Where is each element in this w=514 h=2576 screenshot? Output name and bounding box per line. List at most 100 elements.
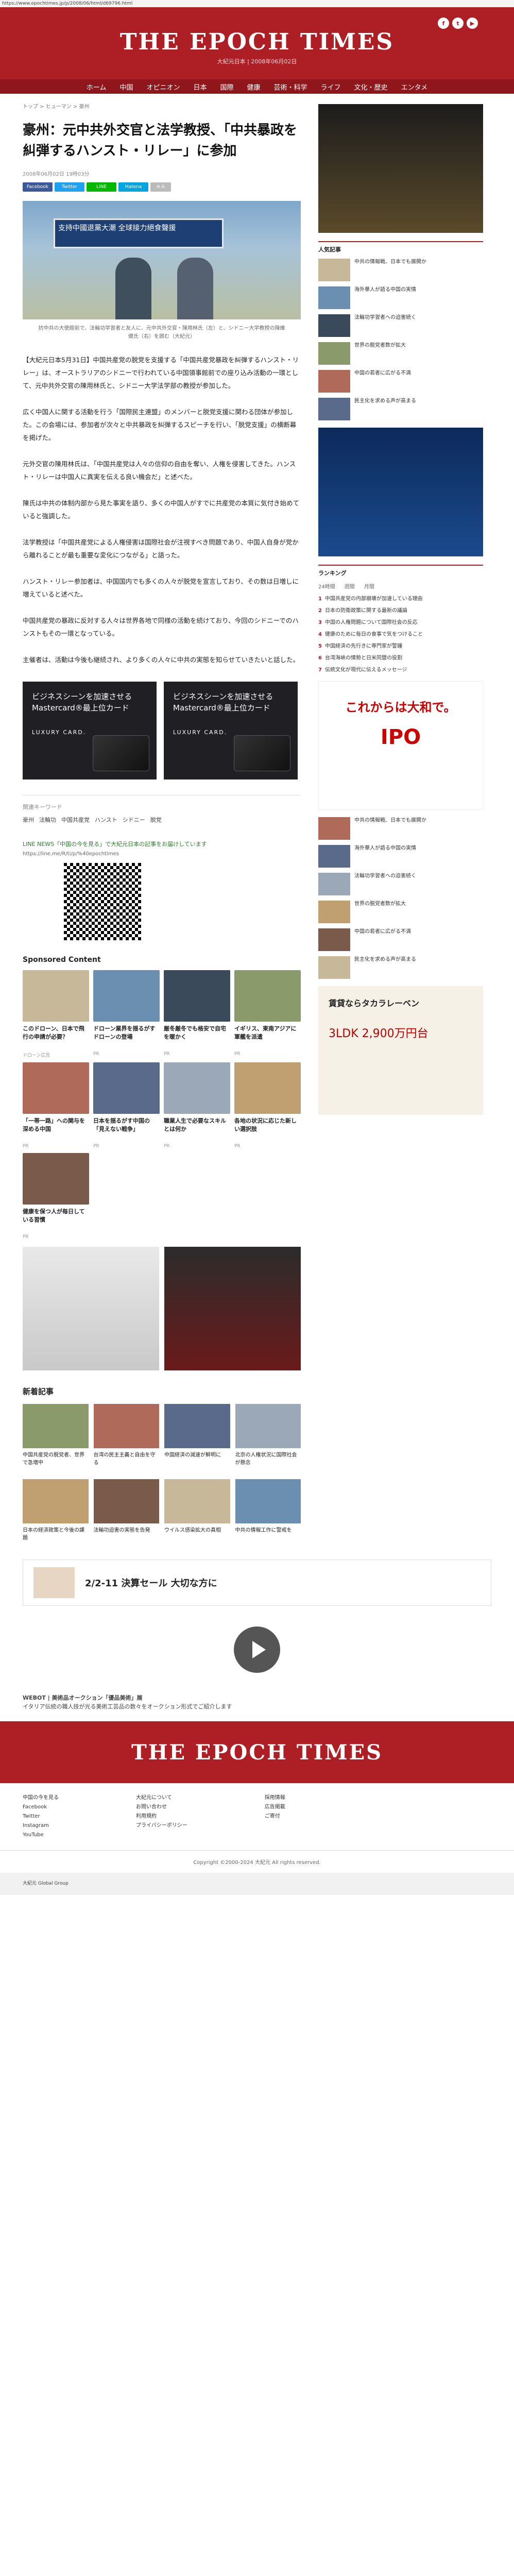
nav-item[interactable]: 芸術・科学 xyxy=(274,82,307,92)
side-item[interactable]: 民主化を求める声が高まる xyxy=(318,398,483,420)
footer-link[interactable]: Facebook xyxy=(23,1803,59,1812)
nav-item[interactable]: 文化・歴史 xyxy=(354,82,388,92)
nav-item[interactable]: 日本 xyxy=(193,82,207,92)
play-button-icon[interactable] xyxy=(234,1626,280,1673)
footer-link[interactable]: プライバシーポリシー xyxy=(136,1821,187,1831)
sidebar-ad[interactable] xyxy=(318,428,483,556)
nav-item[interactable]: 中国 xyxy=(119,82,133,92)
line-url[interactable]: https://line.me/R/ti/p/%40epochtimes xyxy=(23,851,301,857)
tag-link[interactable]: 豪州 xyxy=(23,816,34,824)
news-item[interactable]: 中国経済の減速が鮮明に xyxy=(164,1404,230,1474)
side-item[interactable]: 中共の情報戦、日本でも展開か xyxy=(318,817,483,840)
side-item[interactable]: 法輪功学習者への迫害続く xyxy=(318,314,483,337)
sponsored-image xyxy=(164,1062,230,1114)
article-paragraph: 【大紀元日本5月31日】中国共産党の脱党を支援する「中国共産党暴政を糾弾するハン… xyxy=(23,356,299,389)
breadcrumb[interactable]: トップ > ヒューマン > 豪州 xyxy=(23,102,301,110)
ranking-item[interactable]: 6 台湾海峡の情勢と日米同盟の役割 xyxy=(318,654,483,662)
nav-item[interactable]: 健康 xyxy=(247,82,261,92)
footer-logo[interactable]: THE EPOCH TIMES xyxy=(131,1740,383,1765)
side-item[interactable]: 法輪功学習者への迫害続く xyxy=(318,873,483,895)
ranking-item[interactable]: 2 日本の防衛政策に関する最新の議論 xyxy=(318,607,483,615)
rental-ad[interactable]: 賃貸ならタカラレーベン 3LDK 2,900万円台 xyxy=(318,986,483,1115)
news-item[interactable]: 中共の情報工作に警戒を xyxy=(235,1479,301,1549)
side-thumb xyxy=(318,901,350,923)
share-bar: Facebook Twitter LINE Hatena A A xyxy=(23,182,301,192)
news-item[interactable]: 中国共産党の脱党者、世界で急増中 xyxy=(23,1404,89,1474)
nav-item[interactable]: 国際 xyxy=(220,82,233,92)
car-ad[interactable] xyxy=(164,1247,301,1370)
nav-item[interactable]: ホーム xyxy=(87,82,107,92)
footer-link[interactable]: 採用情報 xyxy=(265,1793,285,1803)
share-twitter-button[interactable]: Twitter xyxy=(55,182,84,192)
ranking-item[interactable]: 5 中国経済の先行きに専門家が警鐘 xyxy=(318,642,483,650)
footer-link[interactable]: ご寄付 xyxy=(265,1812,285,1821)
share-facebook-button[interactable]: Facebook xyxy=(23,182,53,192)
luxury-card-ad[interactable]: ビジネスシーンを加速させる Mastercard®最上位カード LUXURY C… xyxy=(23,682,157,779)
sponsored-item[interactable]: ドローン業界を揺るがすドローンの登場 PR xyxy=(93,970,160,1058)
footer-link[interactable]: お問い合わせ xyxy=(136,1803,187,1812)
tag-link[interactable]: 法輪功 xyxy=(39,816,56,824)
side-item[interactable]: 民主化を求める声が高まる xyxy=(318,956,483,979)
sponsored-item[interactable]: イギリス、東南アジアに軍艦を派遣 PR xyxy=(234,970,301,1058)
side-item[interactable]: 中国の若者に広がる不満 xyxy=(318,928,483,951)
car-ad[interactable] xyxy=(23,1247,159,1370)
footer-link[interactable]: Twitter xyxy=(23,1812,59,1821)
ranking-item[interactable]: 7 伝統文化が現代に伝えるメッセージ xyxy=(318,666,483,674)
sidebar: 人気記事 中共の情報戦、日本でも展開か 海外華人が語る中国の実情 法輪功学習者への迫… xyxy=(318,94,483,1549)
nav-item[interactable]: オピニオン xyxy=(146,82,180,92)
font-size-button[interactable]: A A xyxy=(150,182,171,192)
sponsored-item[interactable]: 「一帯一路」への関与を深める中国 PR xyxy=(23,1062,89,1149)
tag-link[interactable]: 脱党 xyxy=(150,816,162,824)
news-item[interactable]: 法輪功迫害の実態を告発 xyxy=(93,1479,159,1549)
ranking-tab[interactable]: 24時間 xyxy=(318,582,335,590)
share-line-button[interactable]: LINE xyxy=(87,182,116,192)
ranking-item[interactable]: 3 中国の人権問題について国際社会の反応 xyxy=(318,619,483,626)
news-item[interactable]: 日本の経済政策と今後の課題 xyxy=(23,1479,89,1549)
side-item[interactable]: 海外華人が語る中国の実情 xyxy=(318,286,483,309)
rank-title: 伝統文化が現代に伝えるメッセージ xyxy=(324,667,407,673)
sponsored-item[interactable]: 健康を保つ人が毎日している習慣 PR xyxy=(23,1153,89,1240)
side-item[interactable]: 中共の情報戦、日本でも展開か xyxy=(318,259,483,281)
luxury-card-ad[interactable]: ビジネスシーンを加速させる Mastercard®最上位カード LUXURY C… xyxy=(164,682,298,779)
tag-link[interactable]: 中国共産党 xyxy=(61,816,90,824)
footer-link[interactable]: Instagram xyxy=(23,1821,59,1831)
sidebar-ad[interactable] xyxy=(318,104,483,233)
ranking-item[interactable]: 4 健康のために毎日の食事で気をつけること xyxy=(318,631,483,638)
tag-link[interactable]: シドニー xyxy=(123,816,145,824)
news-item[interactable]: 台湾の民主主義と自由を守る xyxy=(93,1404,159,1474)
footer-link[interactable]: 利用規約 xyxy=(136,1812,187,1821)
nav-item[interactable]: ライフ xyxy=(321,82,341,92)
bottom-banner-ad[interactable]: 2/2-11 決算セール 大切な方に xyxy=(23,1560,491,1606)
sponsored-item[interactable]: このドローン、日本で飛行の申請が必要？ ドローン広告 xyxy=(23,970,89,1058)
side-item[interactable]: 世界の脱党者数が拡大 xyxy=(318,901,483,923)
footer-link[interactable]: 大紀元について xyxy=(136,1793,187,1803)
twitter-icon[interactable]: t xyxy=(452,18,464,29)
masthead[interactable]: THE EPOCH TIMES 大紀元日本 | 2008年06月02日 xyxy=(0,7,514,65)
side-item[interactable]: 世界の脱党者数が拡大 xyxy=(318,342,483,365)
footer-link[interactable]: 中国の今を見る xyxy=(23,1793,59,1803)
webot-promo[interactable]: WEBOT | 美術品オークション「優品美術」展 イタリア伝統の職人技が光る美術… xyxy=(23,1693,491,1711)
ranking-tab[interactable]: 月間 xyxy=(364,582,374,590)
sponsored-item[interactable]: 職業人生で必要なスキルとは何か PR xyxy=(164,1062,230,1149)
side-item[interactable]: 中国の若者に広がる不満 xyxy=(318,370,483,393)
side-item[interactable]: 海外華人が語る中国の実情 xyxy=(318,845,483,868)
ranking-item[interactable]: 1 中国共産党の内部崩壊が加速している理由 xyxy=(318,595,483,603)
ranking-tab[interactable]: 週間 xyxy=(345,582,355,590)
sponsored-item[interactable]: 各地の状況に応じた新しい選択肢 PR xyxy=(234,1062,301,1149)
url-bar[interactable]: https://www.epochtimes.jp/p/2008/06/html… xyxy=(0,0,514,7)
site-logo[interactable]: THE EPOCH TIMES xyxy=(0,29,514,55)
sponsored-item[interactable]: 日本を揺るがす中国の「見えない戦争」 PR xyxy=(93,1062,160,1149)
tag-link[interactable]: ハンスト xyxy=(95,816,117,824)
share-hatena-button[interactable]: Hatena xyxy=(118,182,148,192)
news-item[interactable]: 北京の人権状況に国際社会が懸念 xyxy=(235,1404,301,1474)
youtube-icon[interactable]: ▶ xyxy=(467,18,478,29)
footer-link[interactable]: 広告掲載 xyxy=(265,1803,285,1812)
site-subtitle: 大紀元日本 | 2008年06月02日 xyxy=(217,58,297,65)
nav-item[interactable]: エンタメ xyxy=(401,82,428,92)
facebook-icon[interactable]: f xyxy=(438,18,449,29)
line-promo[interactable]: LINE NEWS「中国の今を見る」で大紀元日本の記事をお届けしています xyxy=(23,840,301,848)
footer-link[interactable]: YouTube xyxy=(23,1831,59,1840)
news-item[interactable]: ウイルス感染拡大の真相 xyxy=(164,1479,230,1549)
sponsored-item[interactable]: 厳冬厳冬でも格安で自宅を暖かく PR xyxy=(164,970,230,1058)
daiwa-ad[interactable]: これからは大和で。 IPO xyxy=(318,681,483,810)
